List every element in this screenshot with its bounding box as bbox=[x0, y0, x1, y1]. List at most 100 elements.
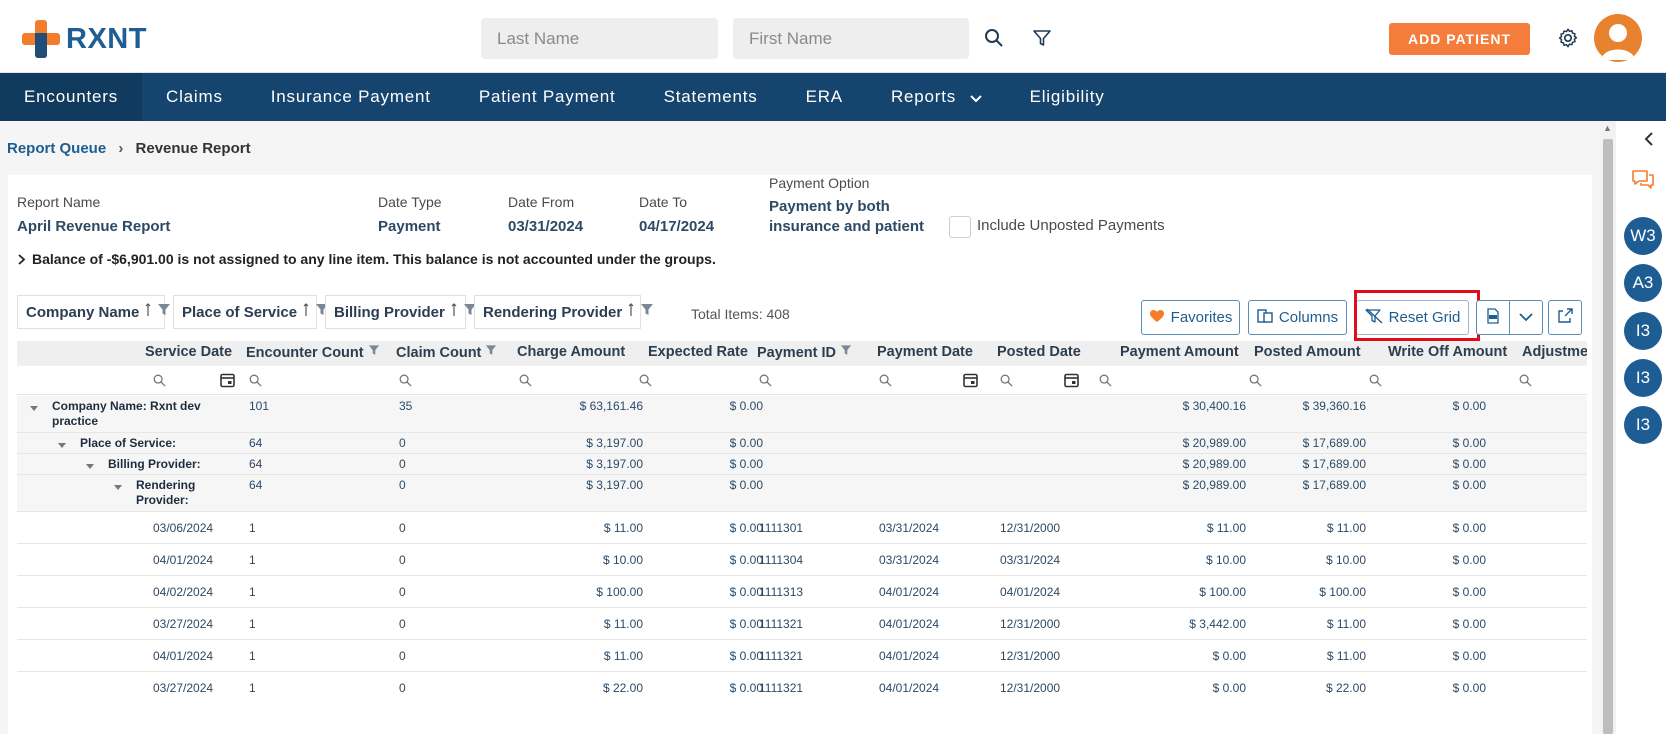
group-chip-place-of-service[interactable]: Place of Service bbox=[173, 295, 329, 329]
group-chip-rendering-provider[interactable]: Rendering Provider bbox=[474, 295, 654, 329]
nav-patient-payment[interactable]: Patient Payment bbox=[455, 73, 640, 121]
filter-icon[interactable] bbox=[157, 303, 171, 321]
nav-claims[interactable]: Claims bbox=[142, 73, 247, 121]
page-scrollbar[interactable]: ▲ bbox=[1600, 121, 1616, 734]
table-row[interactable]: 03/06/2024 1 0 $ 11.00 $ 0.00 1111301 03/31/20… bbox=[17, 512, 1587, 544]
payment-id: 1111313 bbox=[759, 585, 804, 599]
caret-down-icon[interactable] bbox=[114, 480, 122, 494]
col-encounter-count[interactable]: Encounter Count bbox=[246, 344, 380, 361]
payment-date: 04/01/2024 bbox=[879, 585, 940, 599]
col-payment-date[interactable]: Payment Date bbox=[877, 344, 973, 360]
col-write-off-amount[interactable]: Write Off Amount bbox=[1388, 344, 1507, 360]
search-icon[interactable] bbox=[1099, 374, 1112, 392]
rail-avatar-a3[interactable]: A3 bbox=[1624, 264, 1662, 302]
col-payment-amount[interactable]: Payment Amount bbox=[1120, 344, 1239, 360]
calendar-icon[interactable] bbox=[1064, 372, 1079, 393]
col-charge-amount[interactable]: Charge Amount bbox=[517, 344, 625, 360]
nav-reports[interactable]: Reports bbox=[867, 73, 1006, 121]
gear-icon[interactable] bbox=[1555, 25, 1581, 51]
balance-notice[interactable]: Balance of -$6,901.00 is not assigned to… bbox=[18, 251, 716, 267]
chat-icon[interactable] bbox=[1630, 168, 1656, 192]
group-row[interactable]: Billing Provider: 64 0 $ 3,197.00 $ 0.00 $ 20… bbox=[17, 454, 1587, 475]
nav-eligibility[interactable]: Eligibility bbox=[1006, 73, 1129, 121]
last-name-input[interactable] bbox=[481, 18, 718, 59]
calendar-icon[interactable] bbox=[963, 372, 978, 393]
nav-encounters[interactable]: Encounters bbox=[0, 73, 142, 121]
filter-icon[interactable] bbox=[640, 303, 654, 321]
charge-amount: $ 3,197.00 bbox=[586, 436, 643, 450]
payment-date: 03/31/2024 bbox=[879, 521, 940, 535]
search-icon[interactable] bbox=[1519, 374, 1532, 392]
col-service-date[interactable]: Service Date bbox=[145, 344, 232, 360]
calendar-icon[interactable] bbox=[220, 372, 235, 393]
collapse-rail-icon[interactable] bbox=[1641, 131, 1657, 147]
search-icon[interactable] bbox=[519, 374, 532, 392]
export-dropdown-button[interactable] bbox=[1509, 300, 1543, 335]
search-icon[interactable] bbox=[399, 374, 412, 392]
charge-amount: $ 22.00 bbox=[602, 681, 643, 695]
caret-down-icon[interactable] bbox=[86, 459, 94, 473]
col-expected-rate[interactable]: Expected Rate bbox=[648, 344, 748, 360]
rxnt-logo[interactable]: RXNT bbox=[22, 20, 147, 58]
table-row[interactable]: 04/02/2024 1 0 $ 100.00 $ 0.00 1111313 04/01/2… bbox=[17, 576, 1587, 608]
col-payment-id[interactable]: Payment ID bbox=[757, 344, 852, 361]
scrollbar-thumb[interactable] bbox=[1603, 139, 1613, 734]
reset-grid-button[interactable]: Reset Grid bbox=[1356, 300, 1469, 335]
table-row[interactable]: 04/01/2024 1 0 $ 11.00 $ 0.00 1111321 04/01/20… bbox=[17, 640, 1587, 672]
scroll-up-arrow[interactable]: ▲ bbox=[1603, 123, 1612, 133]
search-icon[interactable] bbox=[639, 374, 652, 392]
nav-statements[interactable]: Statements bbox=[640, 73, 782, 121]
caret-down-icon[interactable] bbox=[58, 438, 66, 452]
filter-icon[interactable] bbox=[485, 344, 497, 357]
share-export-button[interactable] bbox=[1548, 300, 1582, 335]
table-row[interactable]: 04/01/2024 1 0 $ 10.00 $ 0.00 1111304 03/31/20… bbox=[17, 544, 1587, 576]
first-name-input[interactable] bbox=[733, 18, 969, 59]
breadcrumb-report-queue[interactable]: Report Queue bbox=[7, 140, 106, 157]
claim-count: 0 bbox=[399, 436, 406, 450]
nav-era[interactable]: ERA bbox=[782, 73, 867, 121]
group-row[interactable]: Rendering Provider: 64 0 $ 3,197.00 $ 0.00 $ 2… bbox=[17, 475, 1587, 512]
col-adjustment[interactable]: Adjustme bbox=[1522, 344, 1587, 360]
table-row[interactable]: 03/27/2024 1 0 $ 22.00 $ 0.00 1111321 04/01/20… bbox=[17, 672, 1587, 701]
search-icon[interactable] bbox=[249, 374, 262, 392]
col-claim-count[interactable]: Claim Count bbox=[396, 344, 497, 361]
group-row[interactable]: Company Name: Rxnt dev practice 101 35 $ 63,… bbox=[17, 396, 1587, 433]
search-icon[interactable] bbox=[759, 374, 772, 392]
payment-date: 03/31/2024 bbox=[879, 553, 940, 567]
rail-avatar-i3[interactable]: I3 bbox=[1624, 312, 1662, 350]
search-icon[interactable] bbox=[1249, 374, 1262, 392]
filter-icon[interactable] bbox=[1030, 26, 1054, 50]
charge-amount: $ 11.00 bbox=[603, 649, 643, 663]
caret-down-icon[interactable] bbox=[30, 401, 38, 415]
search-icon[interactable] bbox=[1000, 374, 1013, 392]
group-chip-billing-provider[interactable]: Billing Provider bbox=[325, 295, 476, 329]
filter-icon[interactable] bbox=[368, 344, 380, 357]
col-posted-date[interactable]: Posted Date bbox=[997, 344, 1081, 360]
search-icon[interactable] bbox=[1369, 374, 1382, 392]
group-chip-company-name[interactable]: Company Name bbox=[17, 295, 171, 329]
export-pdf-button[interactable] bbox=[1476, 300, 1510, 335]
nav-insurance-payment[interactable]: Insurance Payment bbox=[247, 73, 455, 121]
claim-count: 0 bbox=[399, 649, 406, 663]
service-date: 04/01/2024 bbox=[153, 649, 214, 663]
date-to-label: Date To bbox=[639, 194, 687, 210]
search-icon[interactable] bbox=[153, 374, 166, 392]
posted-date: 12/31/2000 bbox=[1000, 649, 1061, 663]
add-patient-button[interactable]: ADD PATIENT bbox=[1389, 23, 1530, 55]
group-row[interactable]: Place of Service: 64 0 $ 3,197.00 $ 0.00 $ 20… bbox=[17, 433, 1587, 454]
search-icon[interactable] bbox=[879, 374, 892, 392]
include-unposted-checkbox[interactable] bbox=[949, 216, 971, 238]
table-row[interactable]: 03/27/2024 1 0 $ 11.00 $ 0.00 1111321 04/01/20… bbox=[17, 608, 1587, 640]
rail-avatar-i3[interactable]: I3 bbox=[1624, 359, 1662, 397]
col-posted-amount[interactable]: Posted Amount bbox=[1254, 344, 1361, 360]
columns-button[interactable]: Columns bbox=[1248, 300, 1347, 335]
favorites-button[interactable]: Favorites bbox=[1141, 300, 1240, 335]
charge-amount: $ 63,161.46 bbox=[579, 399, 643, 413]
claim-count: 0 bbox=[399, 457, 406, 471]
rail-avatar-w3[interactable]: W3 bbox=[1624, 217, 1662, 255]
rail-avatar-i3[interactable]: I3 bbox=[1624, 406, 1662, 444]
filter-icon[interactable] bbox=[840, 344, 852, 357]
payment-date: 04/01/2024 bbox=[879, 617, 940, 631]
search-icon[interactable] bbox=[982, 26, 1006, 50]
user-avatar[interactable] bbox=[1594, 14, 1642, 62]
